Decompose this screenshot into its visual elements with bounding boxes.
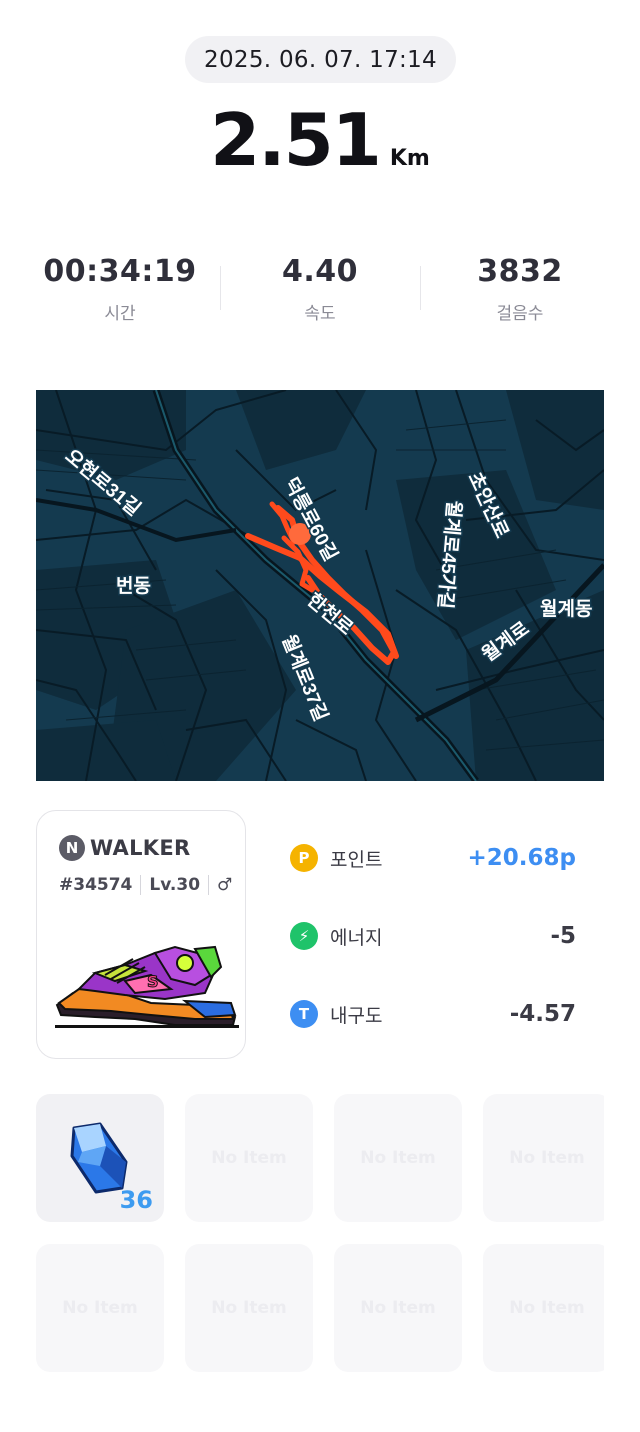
empty-slot-label: No Item [360,1148,436,1168]
meta-divider [208,875,210,895]
shoe-badge: S [147,972,159,991]
walker-logo-icon: N [59,835,85,861]
gem-count: 36 [119,1186,153,1214]
item-slot-gem[interactable]: 36 [36,1094,164,1222]
route-map-svg: 오현로31길 번동 덕릉로60길 한천로 월계로37길 월계로45가길 초안산로… [36,390,604,781]
item-slot-empty[interactable]: No Item [185,1094,313,1222]
reward-value-energy: -5 [550,923,576,949]
sneaker-image: S [55,945,239,1028]
reward-value-point: +20.68p [467,845,577,871]
stat-speed-value: 4.40 [281,254,359,289]
map-label-beondong: 번동 [116,575,151,597]
empty-slot-label: No Item [211,1148,287,1168]
reward-row-point: P 포인트 +20.68p [290,838,576,878]
empty-slot-label: No Item [62,1298,138,1318]
meta-divider [140,875,142,895]
distance-display: 2.51 Km [0,98,640,182]
empty-slot-label: No Item [509,1298,585,1318]
stat-steps-label: 걸음수 [496,304,544,324]
map-label-wolgyedong: 월계동 [540,598,592,620]
energy-icon: ⚡ [290,922,318,950]
stat-speed: 4.40 속도 [220,254,420,328]
record-datetime: 2025. 06. 07. 17:14 [185,36,456,83]
empty-slot-label: No Item [360,1298,436,1318]
reward-row-durability: T 내구도 -4.57 [290,994,576,1034]
stat-time-label: 시간 [104,304,136,324]
item-slot-empty[interactable]: No Item [483,1094,604,1222]
durability-icon: T [290,1000,318,1028]
reward-label-point: 포인트 [330,848,383,871]
nft-shoe-card[interactable]: N WALKER #34574 Lv.30 ♂ S [36,810,246,1059]
reward-value-durability: -4.57 [509,1001,576,1027]
brand-name: WALKER [90,836,191,860]
item-slot-empty[interactable]: No Item [334,1244,462,1372]
stat-steps-value: 3832 [477,254,563,289]
reward-row-energy: ⚡ 에너지 -5 [290,916,576,956]
nft-level: Lv.30 [149,875,201,895]
distance-value: 2.51 [210,98,382,182]
point-icon: P [290,844,318,872]
empty-slot-label: No Item [211,1298,287,1318]
reward-label-energy: 에너지 [330,926,383,949]
distance-unit: Km [389,146,430,171]
reward-label-durability: 내구도 [330,1004,383,1027]
item-slot-empty[interactable]: No Item [483,1244,604,1372]
nft-meta: #34574 Lv.30 ♂ [59,875,232,895]
stat-steps: 3832 걸음수 [420,254,620,328]
item-slot-empty[interactable]: No Item [36,1244,164,1372]
stats-row: 00:34:19 시간 4.40 속도 3832 걸음수 [20,254,620,328]
empty-slot-label: No Item [509,1148,585,1168]
item-slot-empty[interactable]: No Item [185,1244,313,1372]
stat-speed-label: 속도 [304,304,336,324]
blue-gem-icon [70,1122,128,1194]
nft-brand: N WALKER [59,835,190,861]
nft-id: #34574 [59,875,133,895]
route-map[interactable]: 오현로31길 번동 덕릉로60길 한천로 월계로37길 월계로45가길 초안산로… [36,390,604,781]
item-grid: 36 No Item No Item No Item No Item No It… [36,1094,604,1372]
gender-icon: ♂ [217,875,233,895]
item-slot-empty[interactable]: No Item [334,1094,462,1222]
stat-time: 00:34:19 시간 [20,254,220,328]
stat-time-value: 00:34:19 [43,254,197,289]
